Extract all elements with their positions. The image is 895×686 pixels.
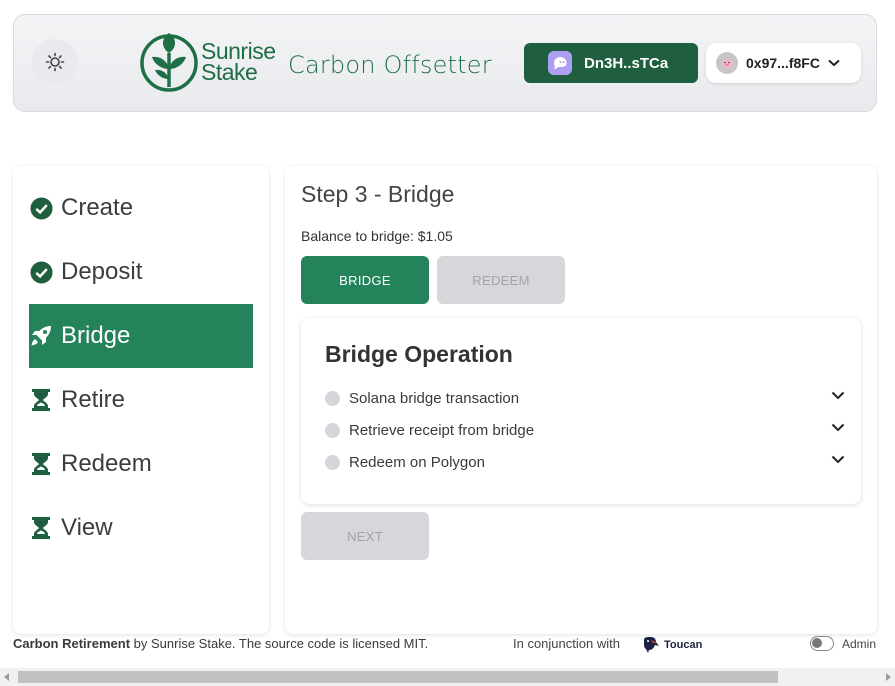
sun-icon [45,52,65,72]
rocket-icon [29,324,53,348]
app-header: Sunrise Stake Carbon Offsetter Dn3H..sTC… [13,14,877,112]
sidebar-item-view[interactable]: View [29,496,253,560]
sidebar-item-retire[interactable]: Retire [29,368,253,432]
phantom-ghost-icon [548,51,572,75]
sunrise-stake-logo [140,33,198,92]
chevron-down-icon[interactable] [831,391,845,400]
balance-text: Balance to bridge: $1.05 [301,228,453,244]
solana-wallet-button[interactable]: Dn3H..sTCa [524,43,698,83]
app-title: Carbon Offsetter [288,51,492,79]
scrollbar-thumb[interactable] [18,671,778,683]
sidebar-item-label: View [61,514,113,541]
sidebar-item-label: Bridge [61,322,131,349]
status-dot-icon [325,454,340,470]
sidebar-item-redeem[interactable]: Redeem [29,432,253,496]
sidebar-item-create[interactable]: Create [29,176,253,240]
sidebar-item-label: Create [61,194,134,221]
conjunction-text: In conjunction with [513,636,620,651]
pig-avatar-icon [716,52,738,74]
theme-toggle-button[interactable] [32,39,78,85]
eth-wallet-address: 0x97...f8FC [746,55,820,71]
operation-step-row[interactable]: Redeem on Polygon [325,450,845,474]
status-dot-icon [325,422,340,438]
scroll-right-arrow-icon[interactable] [886,673,891,681]
step-panel: Step 3 - Bridge Balance to bridge: $1.05… [285,166,877,634]
bridge-operation-card: Bridge Operation Solana bridge transacti… [301,318,861,504]
status-dot-icon [325,390,340,406]
footer-rest-text: by Sunrise Stake. The source code is lic… [130,636,429,651]
footer-text: Carbon Retirement by Sunrise Stake. The … [13,636,428,651]
operation-step-label: Solana bridge transaction [349,389,520,407]
hourglass-icon [29,516,53,540]
horizontal-scrollbar[interactable] [0,668,895,686]
operation-step-label: Redeem on Polygon [349,453,485,471]
sidebar-item-bridge[interactable]: Bridge [29,304,253,368]
operation-step-row[interactable]: Solana bridge transaction [325,386,845,410]
hourglass-icon [29,388,53,412]
chevron-down-icon [828,59,840,67]
step-title: Step 3 - Bridge [301,181,455,207]
operation-step-row[interactable]: Retrieve receipt from bridge [325,418,845,442]
sidebar-item-label: Redeem [61,450,152,477]
toucan-logo-link[interactable]: Toucan [642,637,702,653]
scroll-left-arrow-icon[interactable] [4,673,9,681]
operation-title: Bridge Operation [325,341,513,367]
sidebar-item-label: Retire [61,386,126,413]
chevron-down-icon[interactable] [831,423,845,432]
sidebar-item-label: Deposit [61,258,143,285]
check-circle-icon [29,196,53,220]
operation-step-label: Retrieve receipt from bridge [349,421,535,439]
eth-wallet-button[interactable]: 0x97...f8FC [706,43,861,83]
footer-bold-text: Carbon Retirement [13,636,131,651]
brand-wordmark: Sunrise Stake [201,40,276,85]
toucan-icon [644,637,659,653]
partner-name: Toucan [664,639,703,651]
bridge-button[interactable]: BRIDGE [301,256,429,304]
next-button[interactable]: NEXT [301,512,429,560]
sidebar-item-deposit[interactable]: Deposit [29,240,253,304]
hourglass-icon [29,452,53,476]
steps-sidebar: Create Deposit Bridge Retire Redeem View [13,166,269,634]
admin-label: Admin [842,637,877,651]
check-circle-icon [29,260,53,284]
admin-toggle[interactable] [810,636,834,651]
solana-wallet-address: Dn3H..sTCa [584,54,669,72]
brand-line-2: Stake [201,59,258,85]
chevron-down-icon[interactable] [831,455,845,464]
redeem-button[interactable]: REDEEM [437,256,565,304]
